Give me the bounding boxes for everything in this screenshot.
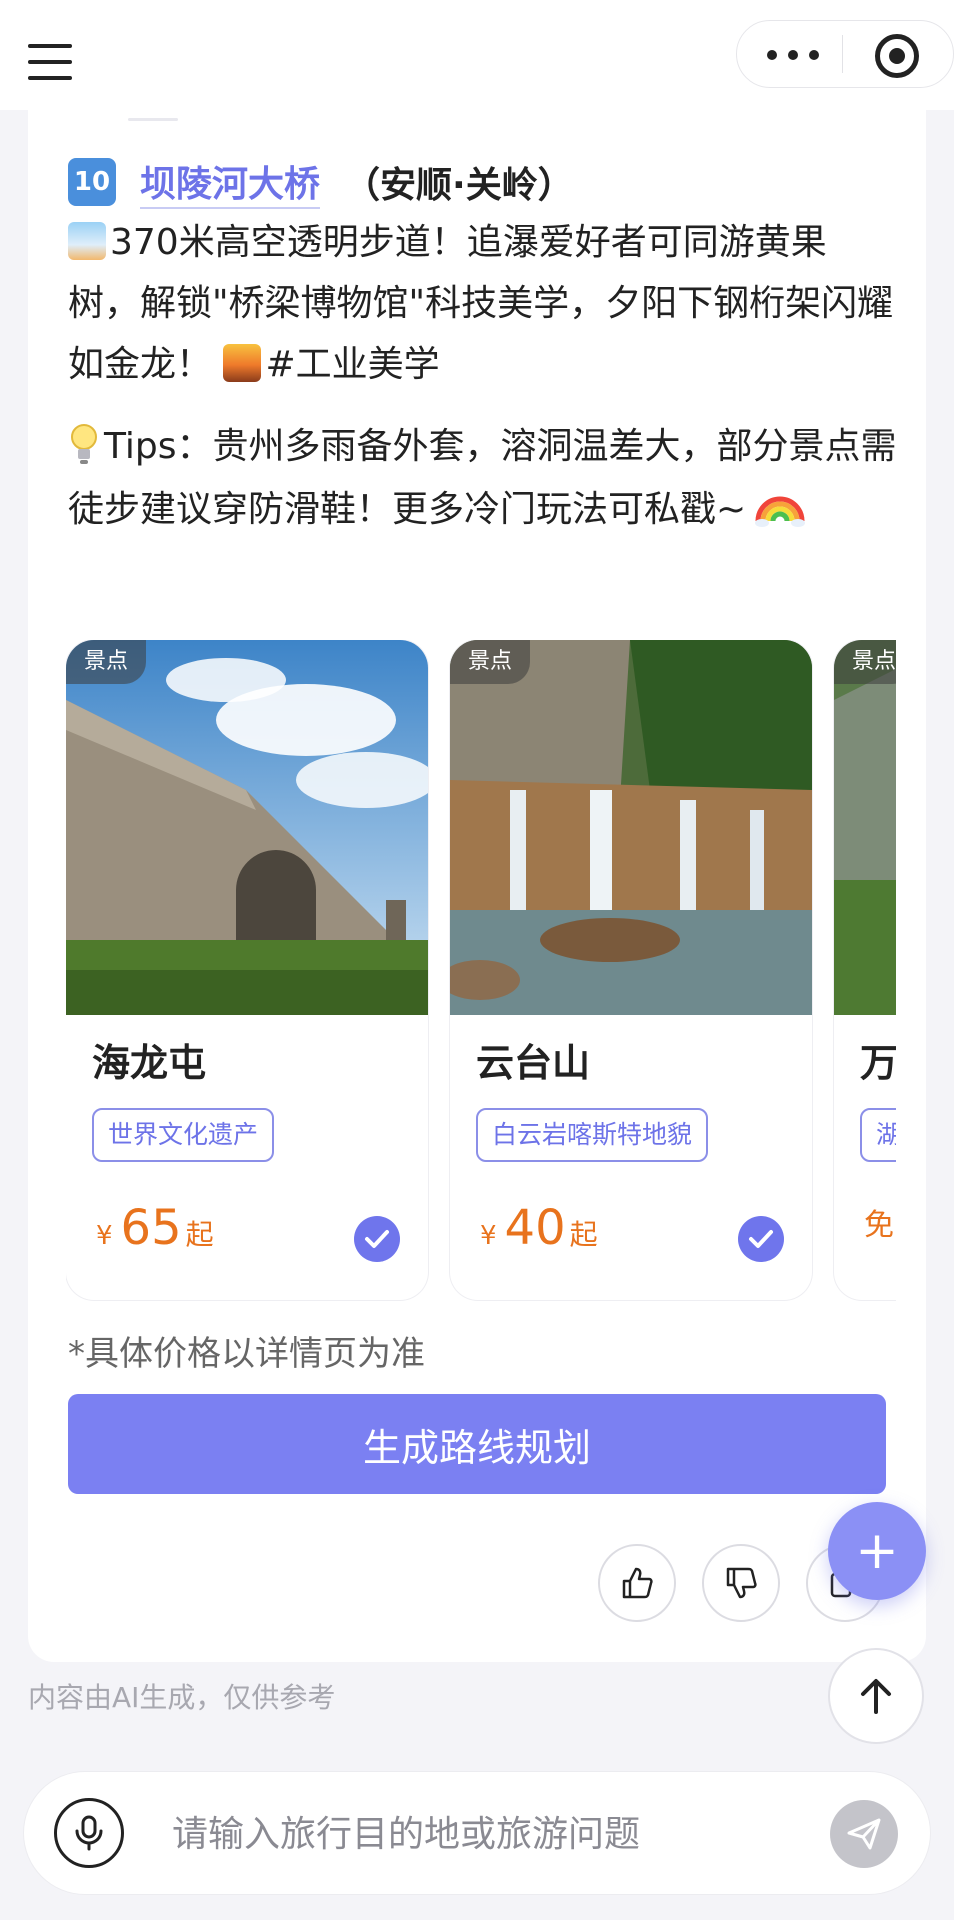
sky-emoji-icon	[68, 222, 106, 260]
chat-input-bar	[24, 1772, 930, 1894]
generate-route-button[interactable]: 生成路线规划	[68, 1394, 886, 1494]
category-tag: 景点	[450, 640, 531, 684]
mini-program-capsule	[736, 20, 954, 88]
hashtag: #工业美学	[265, 344, 440, 385]
attraction-price: 免	[864, 1200, 894, 1244]
add-fab-button[interactable]: +	[828, 1502, 926, 1600]
ai-disclaimer: 内容由AI生成，仅供参考	[28, 1681, 336, 1714]
attraction-highlight-tag: 世界文化遗产	[92, 1108, 275, 1162]
divider	[128, 118, 178, 121]
hamburger-icon[interactable]	[28, 44, 72, 80]
attraction-image: 景点	[834, 640, 896, 1015]
category-tag: 景点	[834, 640, 896, 684]
attraction-image: 景点	[66, 640, 428, 1015]
destination-search-input[interactable]	[170, 1800, 814, 1868]
attraction-price: ¥40 起	[480, 1200, 598, 1256]
price-suffix: 起	[569, 1218, 598, 1251]
item-description: 370米高空透明步道！追瀑爱好者可同游黄果树，解锁"桥梁博物馆"科技美学，夕阳下…	[68, 212, 898, 395]
thumbs-up-icon[interactable]	[598, 1544, 676, 1622]
attraction-price: ¥65 起	[96, 1200, 214, 1256]
price-text: 免	[864, 1208, 894, 1243]
place-location: （安顺·关岭）	[344, 165, 574, 206]
description-text: 370米高空透明步道！追瀑爱好者可同游黄果树，解锁"桥梁博物馆"科技美学，夕阳下…	[68, 222, 894, 385]
capsule-divider	[842, 35, 843, 73]
category-tag: 景点	[66, 640, 147, 684]
scroll-to-top-button[interactable]	[828, 1648, 924, 1744]
attraction-carousel[interactable]: 景点 海龙屯 世界文化遗产 ¥65 起 景点 云台山 白云岩喀斯特地貌 ¥ 40…	[66, 640, 896, 1302]
currency-symbol: ¥	[96, 1221, 113, 1251]
send-button[interactable]	[830, 1800, 898, 1868]
price-value: 65	[120, 1200, 182, 1256]
paper-plane-icon	[847, 1818, 881, 1850]
place-link[interactable]: 坝陵河大桥	[140, 155, 321, 209]
selected-check-icon[interactable]	[738, 1216, 784, 1262]
attraction-name: 海龙屯	[92, 1041, 207, 1085]
attraction-card[interactable]: 景点 海龙屯 世界文化遗产 ¥65 起	[66, 640, 428, 1300]
thumbs-down-icon[interactable]	[702, 1544, 780, 1622]
price-note: *具体价格以详情页为准	[68, 1334, 425, 1374]
selected-check-icon[interactable]	[354, 1216, 400, 1262]
arrow-up-icon	[861, 1679, 891, 1714]
microphone-icon[interactable]	[54, 1798, 124, 1868]
more-dots-icon[interactable]	[767, 50, 819, 60]
number-badge: 10	[68, 158, 116, 206]
attraction-image: 景点	[450, 640, 812, 1015]
rainbow-icon	[755, 496, 806, 527]
item-heading: 10 坝陵河大桥 （安顺·关岭）	[68, 152, 574, 212]
price-value: 40	[504, 1200, 566, 1256]
attraction-highlight-tag: 湖	[860, 1108, 896, 1162]
tips-paragraph: Tips：贵州多雨备外套，溶洞温差大，部分景点需徒步建议穿防滑鞋！更多冷门玩法可…	[68, 416, 898, 540]
attraction-name: 云台山	[476, 1041, 591, 1085]
attraction-card[interactable]: 景点 万 湖 免	[834, 640, 896, 1300]
sunset-city-emoji-icon	[223, 344, 262, 382]
light-bulb-icon	[71, 424, 97, 464]
price-suffix: 起	[185, 1218, 214, 1251]
attraction-highlight-tag: 白云岩喀斯特地貌	[476, 1108, 709, 1162]
attraction-card[interactable]: 景点 云台山 白云岩喀斯特地貌 ¥40 起	[450, 640, 812, 1300]
attraction-name: 万	[860, 1041, 896, 1085]
top-bar	[0, 0, 954, 110]
currency-symbol: ¥	[480, 1221, 497, 1251]
target-circle-icon[interactable]	[875, 34, 919, 78]
